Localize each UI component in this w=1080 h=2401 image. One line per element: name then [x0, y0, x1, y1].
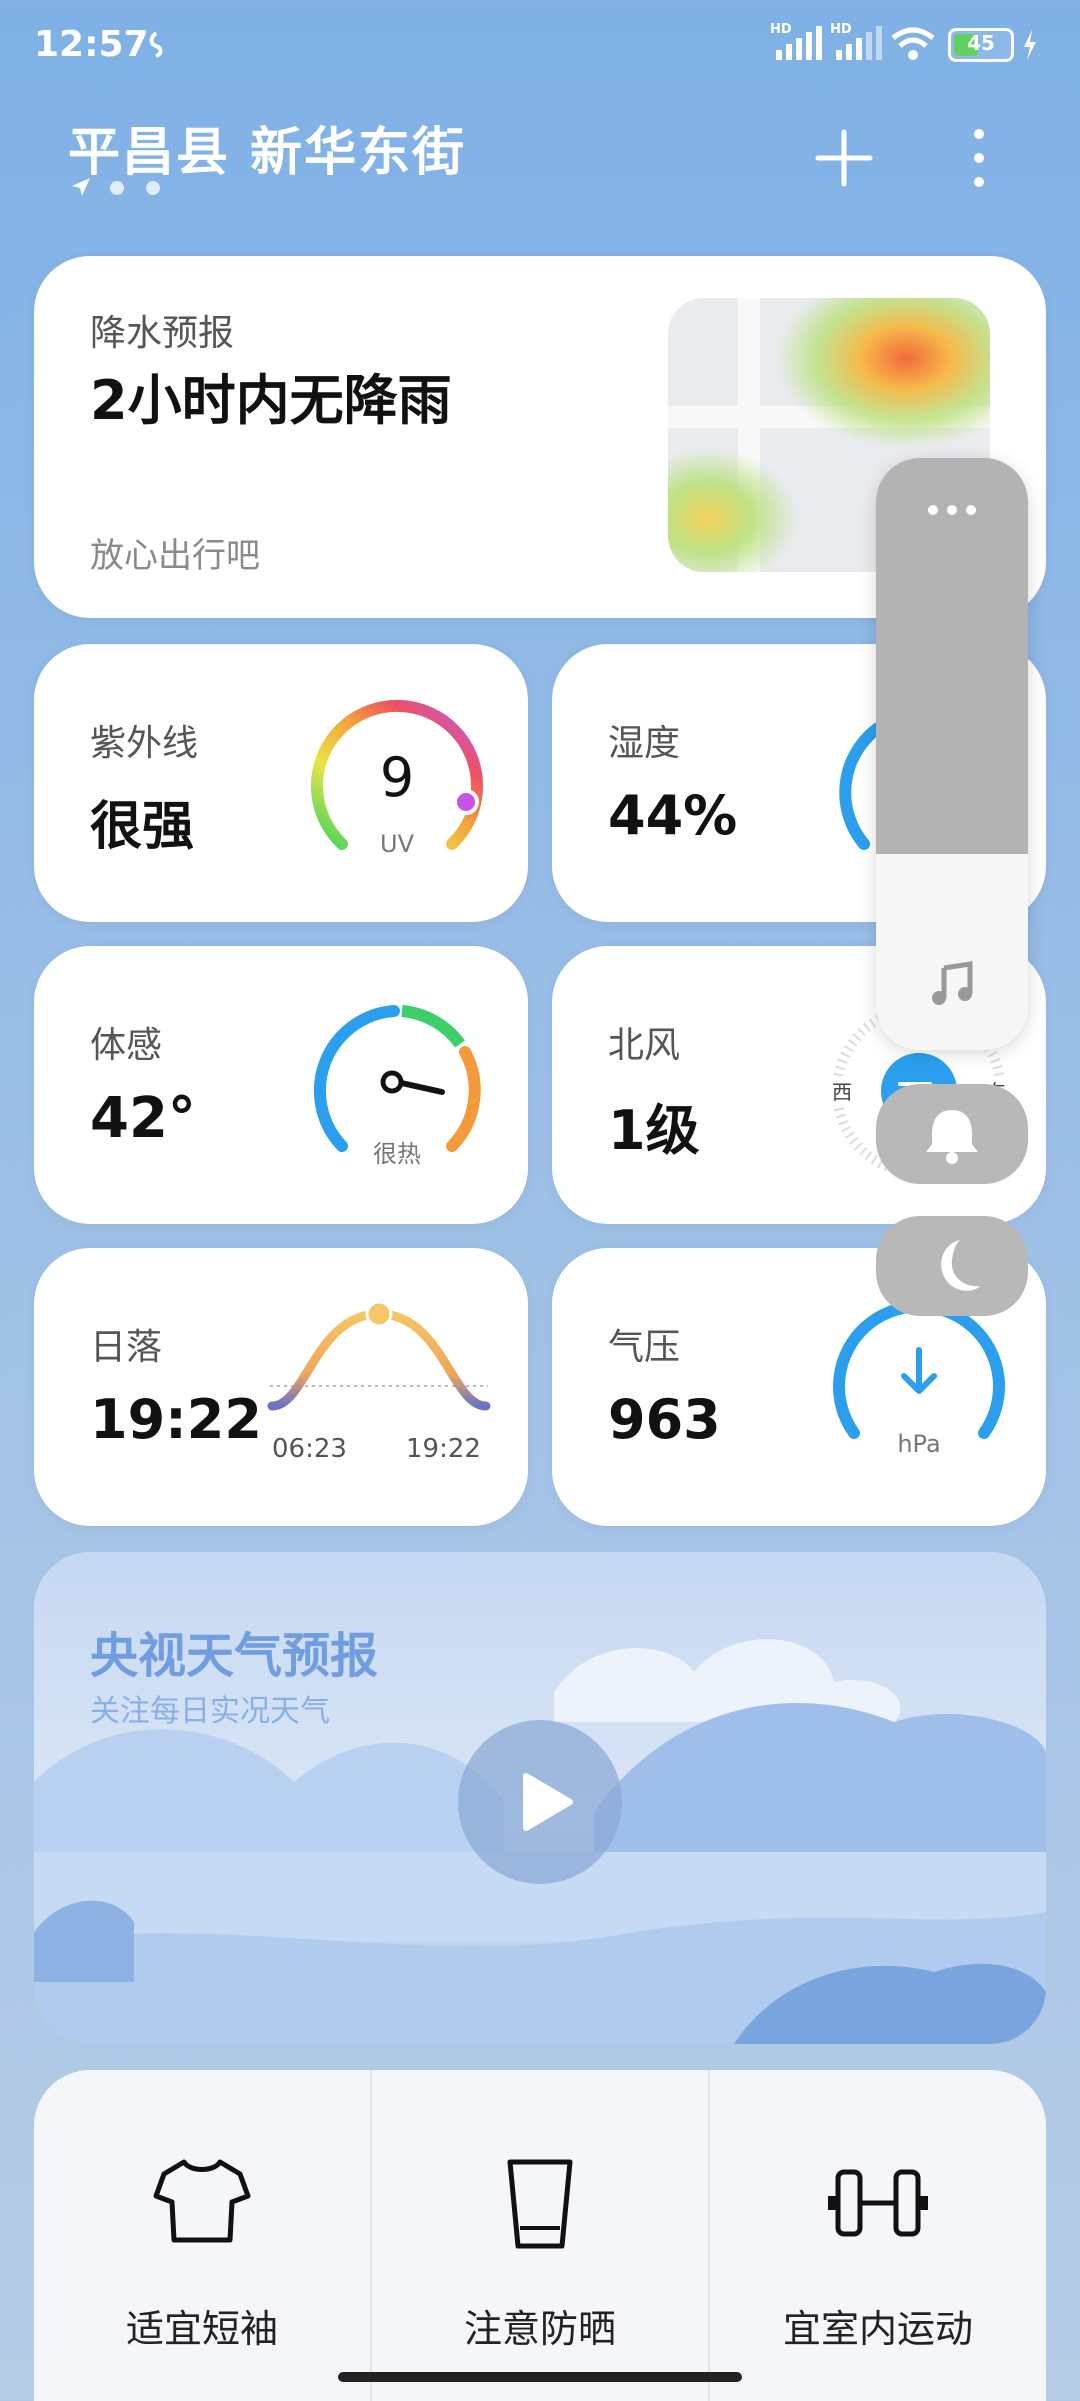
volume-level[interactable]: [876, 458, 1028, 854]
dumbbell-icon: [824, 2166, 932, 2240]
status-bar: 12:57 HD HD 45: [0, 0, 1080, 90]
life-tips-card: 适宜短袖 注意防晒 宜室内运动: [34, 2070, 1046, 2401]
cup-icon: [502, 2156, 578, 2252]
video-subtitle: 关注每日实况天气: [90, 1694, 330, 1729]
sunset-value: 19:22: [90, 1388, 262, 1451]
sunset-time: 19:22: [406, 1434, 481, 1464]
precip-value: 2小时内无降雨: [90, 369, 452, 432]
page-indicator-dot: [146, 181, 160, 195]
feels-label: 体感: [90, 1025, 163, 1066]
feels-gauge: 很热: [302, 996, 492, 1186]
page-indicator-dot: [110, 181, 124, 195]
home-indicator[interactable]: [338, 2372, 742, 2382]
tip-item[interactable]: 注意防晒: [372, 2070, 708, 2401]
signal-icon: HD: [770, 22, 826, 62]
weather-video-card[interactable]: 央视天气预报 关注每日实况天气: [34, 1552, 1046, 2044]
signal2-hd-label: HD: [830, 22, 852, 37]
charging-icon: [1022, 30, 1038, 60]
more-options-icon[interactable]: [926, 502, 978, 516]
video-title: 央视天气预报: [90, 1628, 379, 1684]
uv-index: 9: [379, 746, 415, 809]
humidity-label: 湿度: [608, 723, 681, 764]
precip-hint: 放心出行吧: [90, 536, 260, 576]
wind-value: 1级: [608, 1099, 700, 1162]
signal-icon-2: HD: [830, 22, 886, 62]
sunrise-time: 06:23: [272, 1434, 347, 1464]
pressure-value: 963: [608, 1388, 721, 1451]
tip-item[interactable]: 宜室内运动: [710, 2070, 1046, 2401]
feels-like-card[interactable]: 体感 42° 很热: [34, 946, 528, 1224]
precip-label: 降水预报: [90, 313, 235, 354]
battery-level: 45: [967, 31, 995, 55]
location-title[interactable]: 平昌县 新华东街: [68, 110, 466, 185]
music-icon[interactable]: [928, 960, 976, 1008]
uv-label: 紫外线: [90, 723, 199, 764]
wind-west: 西: [828, 1076, 856, 1105]
play-button[interactable]: [458, 1720, 622, 1884]
pressure-label: 气压: [608, 1327, 681, 1368]
tip-label: 宜室内运动: [782, 2307, 973, 2351]
feels-desc: 很热: [373, 1140, 421, 1168]
ring-mode-button[interactable]: [876, 1084, 1028, 1184]
bell-icon: [926, 1110, 978, 1164]
pressure-unit: hPa: [897, 1430, 941, 1458]
sunset-label: 日落: [90, 1327, 163, 1368]
pressure-gauge: hPa: [824, 1298, 1014, 1488]
tshirt-icon: [152, 2156, 252, 2246]
status-time: 12:57: [34, 24, 149, 65]
more-menu-button[interactable]: [964, 126, 994, 190]
sunset-card[interactable]: 日落 19:22 06:23 19:22: [34, 1248, 528, 1526]
uv-card[interactable]: 紫外线 很强 9 UV: [34, 644, 528, 922]
humidity-value: 44%: [608, 784, 738, 847]
floating-volume-panel[interactable]: [876, 458, 1028, 1050]
wind-label: 北风: [608, 1025, 681, 1066]
uv-gauge: 9 UV: [302, 694, 492, 884]
uv-unit: UV: [380, 830, 414, 858]
signal-hd-label: HD: [770, 22, 792, 37]
tip-item[interactable]: 适宜短袖: [34, 2070, 370, 2401]
notification-icon: [142, 30, 170, 58]
feels-value: 42°: [90, 1086, 196, 1151]
tip-label: 注意防晒: [463, 2307, 616, 2351]
wifi-icon: [890, 26, 936, 62]
location-arrow-icon: [70, 176, 92, 198]
uv-value: 很强: [90, 797, 195, 857]
battery-icon: 45: [948, 28, 1014, 62]
moon-icon: [941, 1240, 980, 1291]
tip-label: 适宜短袖: [125, 2307, 278, 2351]
do-not-disturb-button[interactable]: [876, 1216, 1028, 1316]
add-city-button[interactable]: [812, 126, 876, 190]
